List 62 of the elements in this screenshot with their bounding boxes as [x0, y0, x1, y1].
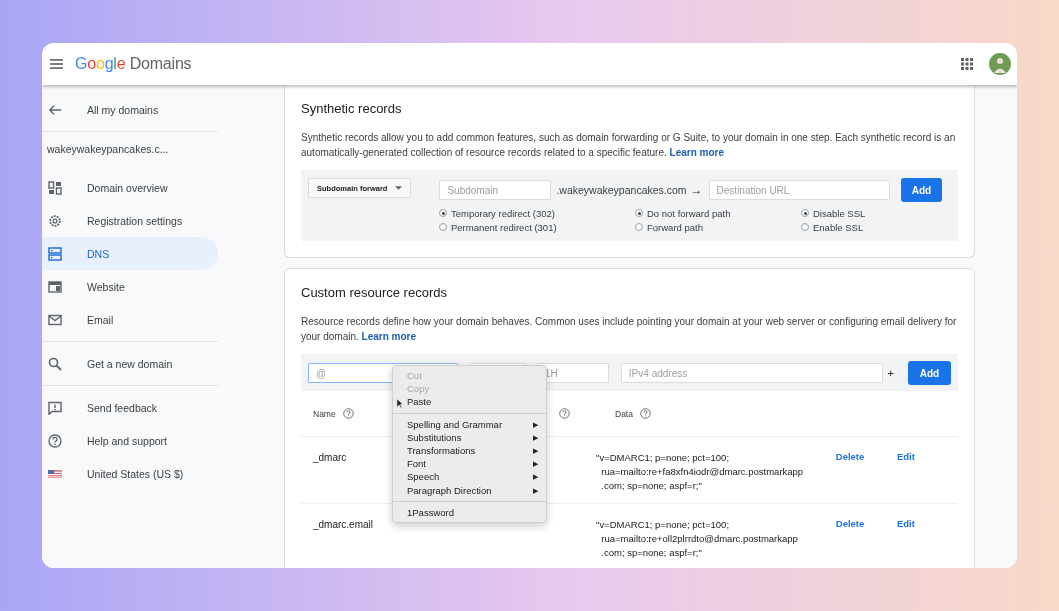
table-cell-text: "v=DMARC1; p=none; pct=100; rua=mailto:re+fa8xfn4iodr@dmarc.postmarkapp .com; sp=none; aspf=r;" — [596, 451, 805, 493]
back-link[interactable]: All my domains — [42, 93, 218, 126]
table-cell: _dmarc — [313, 452, 347, 463]
sidebar-item[interactable]: Website — [42, 270, 218, 303]
delete-link[interactable]: Delete — [835, 451, 897, 462]
web-page-icon — [48, 279, 62, 294]
sidebar-item[interactable]: Registration settings — [42, 204, 218, 237]
column-header: Data — [615, 408, 633, 419]
edit-link[interactable]: Edit — [896, 451, 958, 462]
arrow-glyph: → — [690, 183, 703, 197]
apps-grid-icon[interactable] — [961, 58, 973, 70]
sidebar-item[interactable]: Send feedback — [42, 391, 218, 424]
domain-name: wakeywakeypancakes.c... — [46, 142, 170, 157]
product-logo[interactable]: Google Domains — [75, 55, 192, 73]
avatar-icon[interactable] — [989, 53, 1011, 75]
back-arrow-icon — [48, 102, 62, 117]
sidebar-item[interactable]: Email — [42, 303, 218, 336]
sidebar-item[interactable]: Get a new domain — [42, 347, 218, 380]
search-icon — [48, 356, 62, 371]
radio-option[interactable]: Disable SSL — [801, 206, 866, 220]
learn-more-link[interactable]: Learn more — [361, 331, 417, 342]
section-description: Synthetic records allow you to add common features, such as domain forwarding or G Suite, to your domain in one step. Each synthetic record is an automatically-generated collection of resource records related to a specific feature. Learn more — [301, 131, 957, 160]
menu-item[interactable]: Paste — [393, 395, 546, 409]
settings-icon — [48, 213, 62, 228]
sidebar-item[interactable]: United States (US $) — [42, 457, 218, 490]
help-icon[interactable] — [559, 408, 570, 419]
add-more-glyph[interactable]: + — [887, 367, 894, 379]
add-button[interactable]: Add — [900, 178, 942, 202]
caret-icon — [395, 186, 403, 190]
radio-option[interactable]: Enable SSL — [801, 220, 866, 234]
add-button[interactable]: Add — [907, 361, 951, 385]
section-title: Custom resource records — [301, 285, 448, 300]
subdomain-field[interactable]: Subdomain — [439, 180, 552, 200]
radio-option[interactable]: Do not forward path — [635, 206, 801, 220]
menu-icon[interactable] — [50, 59, 63, 69]
server-icon — [48, 246, 62, 261]
delete-link[interactable]: Delete — [835, 518, 897, 529]
learn-more-link[interactable]: Learn more — [669, 147, 724, 158]
section-description: Resource records define how your domain behaves. Common uses include pointing your domain at your web server or configuring email delivery for your domain. Learn more — [301, 315, 958, 344]
help-icon — [48, 433, 62, 448]
edit-link[interactable]: Edit — [896, 518, 958, 529]
radio-option[interactable]: Temporary redirect (302) — [439, 206, 635, 220]
section-title: Synthetic records — [301, 101, 403, 116]
mouse-cursor-icon — [396, 398, 404, 409]
flag-icon — [48, 468, 62, 479]
help-icon[interactable] — [342, 408, 354, 419]
sidebar-item[interactable]: Domain overview — [42, 171, 218, 204]
domain-suffix: .wakeywakeypancakes.com — [556, 184, 687, 196]
table-cell: _dmarc.email — [313, 519, 374, 530]
data-field[interactable]: IPv4 address — [620, 363, 883, 383]
menu-item[interactable]: 1Password — [393, 505, 546, 519]
sidebar-item[interactable]: DNS — [42, 237, 218, 270]
destination-url-field[interactable]: Destination URL — [708, 180, 890, 200]
mail-icon — [48, 312, 62, 327]
table-cell-text: "v=DMARC1; p=none; pct=100; rua=mailto:re+oll2plrrdto@dmarc.postmarkapp .com; sp=none; aspf=r;" — [596, 518, 799, 560]
radio-option[interactable]: Permanent redirect (301) — [439, 220, 635, 234]
column-header: Name — [313, 408, 336, 419]
sidebar-item[interactable]: Help and support — [42, 424, 218, 457]
radio-option[interactable]: Forward path — [635, 220, 801, 234]
dashboard-icon — [48, 180, 62, 195]
help-icon[interactable] — [639, 408, 651, 419]
feedback-icon — [48, 400, 62, 415]
